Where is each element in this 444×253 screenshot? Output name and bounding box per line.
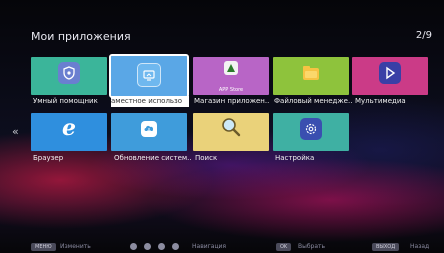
app-label-system-update: Обновление систем.. [114, 154, 192, 162]
ok-key-badge: OK [276, 243, 292, 251]
page-title: Мои приложения [31, 30, 131, 43]
app-label-settings: Настройка [275, 154, 315, 162]
app-label-screen-share: аместное использо [111, 96, 189, 107]
nav-right-icon [172, 243, 179, 250]
exit-hint-text: Назад [410, 243, 430, 250]
app-label-browser: Браузер [33, 154, 64, 162]
shield-badge-icon [58, 62, 80, 84]
app-label-app-store: Магазин приложен.. [194, 97, 270, 105]
magnifier-icon [220, 116, 242, 138]
app-tile-app-store[interactable]: APP Store [193, 57, 269, 95]
nav-left-icon [158, 243, 165, 250]
app-store-sublabel: APP Store [218, 87, 244, 93]
app-tile-browser[interactable]: e [31, 113, 107, 151]
previous-page-arrow-icon[interactable]: « [12, 125, 19, 138]
play-media-icon [379, 62, 401, 84]
menu-hint-text: Изменить [60, 243, 91, 250]
gear-icon [300, 118, 322, 140]
app-tile-screen-share[interactable] [109, 54, 189, 98]
screen-share-icon [137, 63, 161, 87]
nav-down-icon [144, 243, 151, 250]
app-label-smart-assistant: Умный помощник [33, 97, 98, 105]
browser-e-icon: e [62, 115, 76, 141]
app-tile-smart-assistant[interactable] [31, 57, 107, 95]
app-label-search: Поиск [195, 154, 218, 162]
app-store-icon [224, 61, 238, 75]
ok-hint-text: Выбрать [298, 243, 326, 250]
nav-up-icon [130, 243, 137, 250]
menu-key-badge: МЕНЮ [31, 243, 56, 251]
app-tile-multimedia[interactable] [352, 57, 428, 95]
app-label-multimedia: Мультимедиа [355, 97, 406, 105]
cloud-download-icon [141, 121, 157, 137]
app-tile-system-update[interactable] [111, 113, 187, 151]
page-indicator: 2/9 [415, 30, 432, 41]
footer-hints: МЕНЮ Изменить Навигация OK Выбрать ВЫХОД… [0, 241, 444, 253]
exit-key-badge: ВЫХОД [372, 243, 400, 251]
folder-icon [300, 62, 322, 84]
nav-hint-text: Навигация [192, 243, 227, 250]
app-tile-search[interactable] [193, 113, 269, 151]
app-tile-settings[interactable] [273, 113, 349, 151]
app-tile-file-manager[interactable] [273, 57, 349, 95]
app-label-file-manager: Файловый менедже.. [274, 97, 352, 105]
